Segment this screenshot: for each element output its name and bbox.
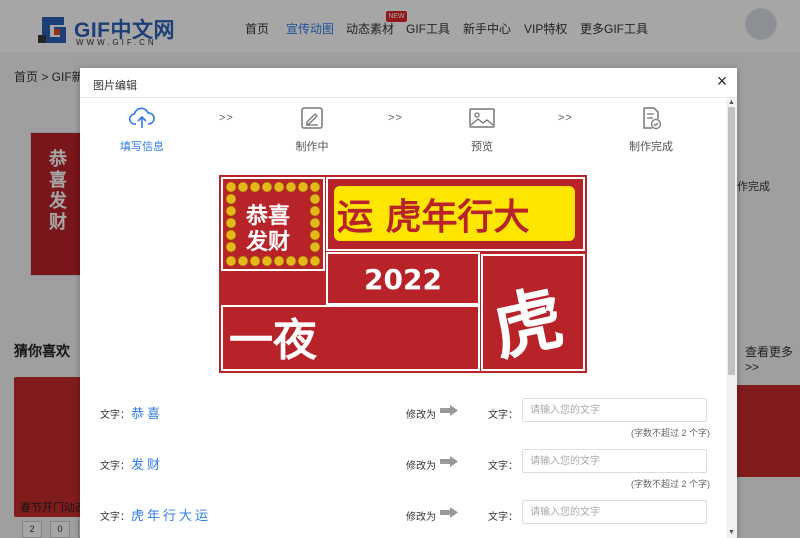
step-preview: 预览 bbox=[442, 106, 522, 154]
change-label: 修改为 bbox=[406, 461, 436, 472]
close-icon[interactable]: × bbox=[714, 72, 730, 90]
step-making: 制作中 bbox=[272, 106, 352, 154]
field-original-text: 恭喜 bbox=[131, 406, 164, 421]
modal-scrollbar[interactable]: ▲ ▼ bbox=[726, 99, 737, 538]
step-label: 制作完成 bbox=[629, 141, 673, 153]
text-field-row: 文字： 恭喜 修改为 文字： (字数不超过 2 个字) bbox=[80, 398, 737, 438]
step-label: 填写信息 bbox=[120, 141, 164, 153]
change-label: 修改为 bbox=[406, 410, 436, 421]
new-text-input[interactable] bbox=[522, 500, 707, 524]
scroll-up-icon[interactable]: ▲ bbox=[727, 99, 736, 107]
arrow-right-icon bbox=[440, 405, 458, 416]
poster-greeting-line1: 恭喜 bbox=[245, 203, 290, 229]
modal-header: 图片编辑 × bbox=[80, 68, 737, 98]
poster-preview: 恭喜 发财 运 虎年行大 2022 一夜 虎 bbox=[219, 175, 587, 373]
image-icon bbox=[469, 108, 495, 128]
step-fill-info: 填写信息 bbox=[102, 106, 182, 154]
field-key-label: 文字： bbox=[100, 461, 130, 472]
poster-banner: 运 虎年行大 bbox=[337, 197, 530, 238]
modal-title: 图片编辑 bbox=[93, 80, 137, 92]
field-key-label: 文字： bbox=[100, 410, 130, 421]
doc-check-icon bbox=[643, 107, 662, 130]
step-label: 预览 bbox=[471, 141, 493, 153]
scrollbar-thumb[interactable] bbox=[728, 107, 735, 375]
char-limit-note: (字数不超过 2 个字) bbox=[631, 479, 711, 489]
text-field-row: 文字： 发财 修改为 文字： (字数不超过 2 个字) bbox=[80, 449, 737, 489]
cloud-upload-icon bbox=[129, 107, 155, 128]
step-label: 制作中 bbox=[295, 141, 329, 153]
step-separator: >> bbox=[558, 112, 573, 124]
step-finished: 制作完成 bbox=[611, 106, 691, 154]
field-original-text: 虎年行大运 bbox=[131, 508, 212, 523]
edit-doc-icon bbox=[301, 107, 323, 129]
new-text-input[interactable] bbox=[522, 449, 707, 473]
poster-bottom-text: 一夜 bbox=[229, 315, 318, 366]
scroll-down-icon[interactable]: ▼ bbox=[727, 529, 736, 537]
field-key-label: 文字： bbox=[100, 512, 130, 523]
new-text-input[interactable] bbox=[522, 398, 707, 422]
image-edit-modal: 图片编辑 × 填写信息 >> 制作中 >> 预览 >> 制作完成 恭喜 发财 运… bbox=[80, 68, 737, 538]
arrow-right-icon bbox=[440, 456, 458, 467]
new-text-label: 文字： bbox=[488, 461, 518, 472]
field-original-text: 发财 bbox=[131, 457, 164, 472]
change-label: 修改为 bbox=[406, 512, 436, 523]
poster-greeting-line2: 发财 bbox=[245, 229, 290, 255]
poster-year: 2022 bbox=[364, 263, 442, 296]
step-separator: >> bbox=[219, 112, 234, 124]
new-text-label: 文字： bbox=[488, 410, 518, 421]
text-field-row: 文字： 虎年行大运 修改为 文字： bbox=[80, 500, 737, 530]
arrow-right-icon bbox=[440, 507, 458, 518]
char-limit-note: (字数不超过 2 个字) bbox=[631, 428, 711, 438]
step-separator: >> bbox=[388, 112, 403, 124]
new-text-label: 文字： bbox=[488, 512, 518, 523]
